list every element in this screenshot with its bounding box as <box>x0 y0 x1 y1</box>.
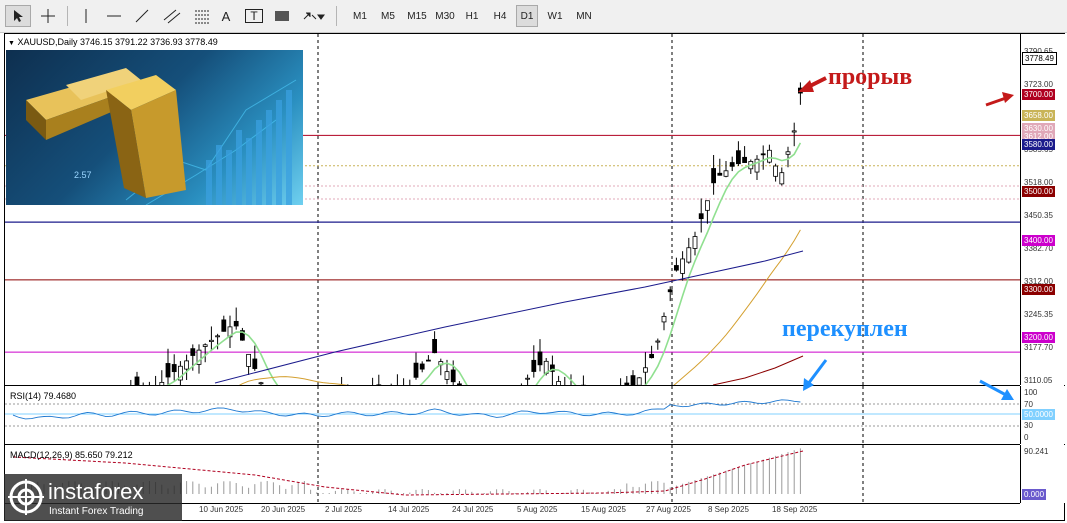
level-price-tag: 3400.00 <box>1022 235 1055 246</box>
time-axis-label: 15 Aug 2025 <box>581 505 626 514</box>
rsi-axis-label: 30 <box>1024 421 1033 430</box>
rsi-axis-label: 70 <box>1024 400 1033 409</box>
time-axis-label: 14 Jul 2025 <box>388 505 430 514</box>
time-axis-label: 20 Jun 2025 <box>261 505 306 514</box>
price-axis-label: 3110.05 <box>1024 376 1053 385</box>
rsi-50-tag: 50.0000 <box>1022 409 1055 420</box>
time-axis-label: 18 Sep 2025 <box>772 505 818 514</box>
instaforex-logo-icon <box>8 479 44 515</box>
macd-label: MACD(12,26,9) 85.650 79.212 <box>10 450 133 460</box>
annotation-arrows <box>798 76 1014 400</box>
level-price-tag: 3500.00 <box>1022 186 1055 197</box>
rsi-axis-label: 0 <box>1024 433 1029 442</box>
time-axis-label: 10 Jun 2025 <box>199 505 244 514</box>
overbought-axis-arrow-icon <box>979 379 1014 400</box>
overbought-arrow-icon <box>803 359 828 391</box>
macd-zero-tag: 0.000 <box>1022 489 1047 500</box>
current-price-tag: 3778.49 <box>1022 52 1057 65</box>
level-price-tag: 3658.00 <box>1022 110 1055 121</box>
level-price-tag: 3200.00 <box>1022 332 1055 343</box>
time-axis-label: 8 Sep 2025 <box>708 505 749 514</box>
logo-brand: instaforex <box>48 479 144 504</box>
rsi-label: RSI(14) 79.4680 <box>10 391 77 401</box>
instaforex-logo: instaforex Instant Forex Trading <box>4 474 182 521</box>
price-axis-label: 3450.35 <box>1024 211 1053 220</box>
level-price-tag: 3300.00 <box>1022 284 1055 295</box>
price-axis-label: 3177.70 <box>1024 343 1053 352</box>
logo-tagline: Instant Forex Trading <box>49 506 144 517</box>
level-price-tag: 3580.00 <box>1022 139 1055 150</box>
price-axis-label: 3245.35 <box>1024 310 1053 319</box>
level-price-tag: 3700.00 <box>1022 89 1055 100</box>
breakout-axis-arrow-icon <box>985 92 1014 107</box>
time-axis-label: 2 Jul 2025 <box>325 505 362 514</box>
time-axis-label: 27 Aug 2025 <box>646 505 691 514</box>
time-axis-label: 24 Jul 2025 <box>452 505 494 514</box>
rsi-axis-label: 100 <box>1024 388 1038 397</box>
breakout-arrow-icon <box>798 76 827 92</box>
price-axis-label: 3723.00 <box>1024 80 1053 89</box>
macd-axis-top: 90.241 <box>1024 447 1049 456</box>
time-axis-label: 5 Aug 2025 <box>517 505 558 514</box>
